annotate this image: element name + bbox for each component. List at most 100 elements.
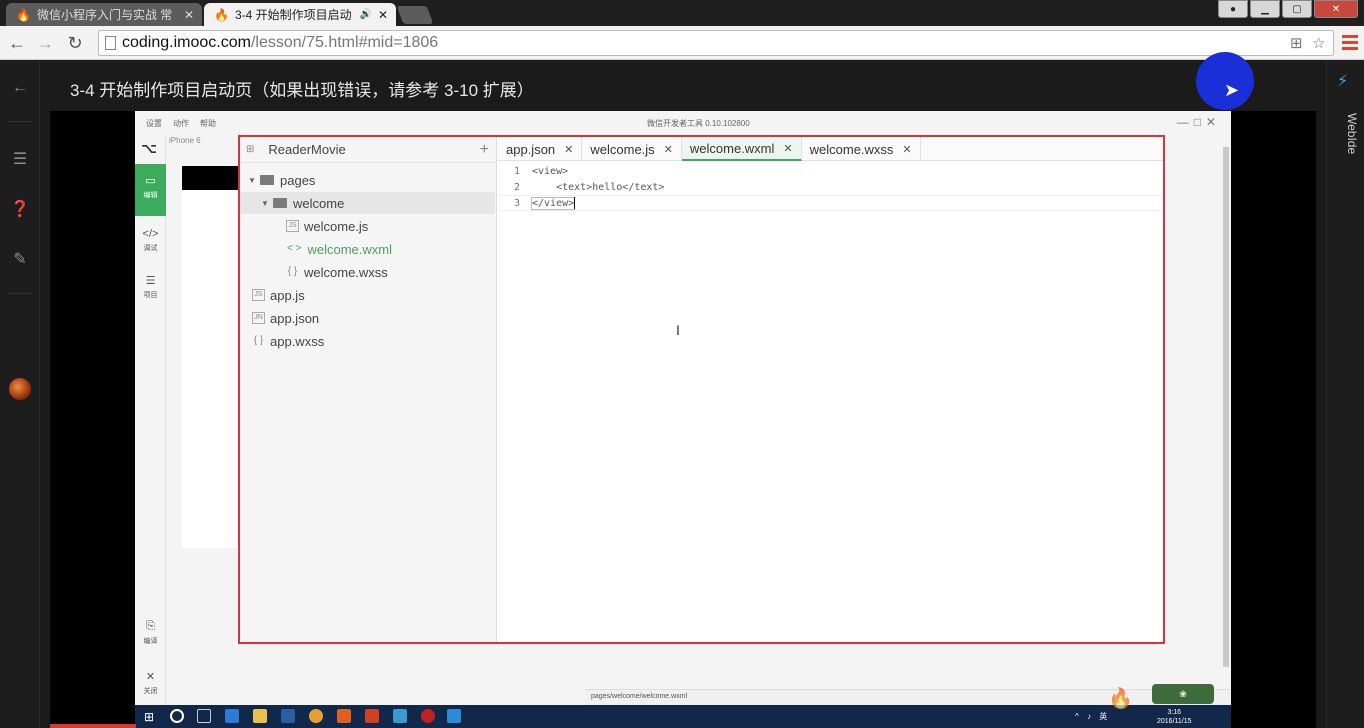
tree-file-app-wxss[interactable]: { } app.wxss [240,330,495,352]
browser-tab-lesson[interactable]: 🔥 3-4 开始制作项目启动 🔊 ✕ [204,3,396,26]
translate-icon[interactable]: ⊞ [1290,34,1303,52]
chapter-list-icon[interactable]: ☰ [0,149,40,169]
url-input[interactable]: coding.imooc.com/lesson/75.html#mid=1806 [98,30,1334,56]
tree-folder-welcome[interactable]: ▼ welcome [240,192,495,214]
webide-sidebar[interactable]: ⚡ WebIde [1326,61,1364,728]
line-number: 1 [513,165,520,177]
user-icon[interactable]: ● [1218,0,1248,18]
question-icon[interactable]: ❓ [0,199,40,219]
tab-label: app.json [506,141,556,157]
simulator-navbar [182,166,240,190]
js-file-icon: JS [286,220,299,232]
debug-mode-button[interactable]: </> 调试 [135,218,166,270]
tab-label: welcome.wxml [689,140,775,156]
edit-mode-button[interactable]: ▭ 编辑 [135,164,166,216]
photoshop-icon[interactable] [281,709,295,723]
window-controls: ● ▁ ▢ ✕ [1218,0,1358,18]
forward-arrow-icon[interactable]: → [34,32,56,54]
project-button[interactable]: ☰ 项目 [135,264,166,316]
code-editor-panel: ⊞ ReaderMovie + ▼ pages ▼ welcome JS wel… [238,135,1165,644]
text-caret [574,197,576,209]
avatar[interactable] [9,378,31,400]
imooc-flame-icon: 🔥 [16,7,31,22]
ide-window-controls[interactable]: —□✕ [1177,115,1221,129]
minimize-button[interactable]: ▁ [1250,0,1280,18]
device-selector[interactable]: iPhone 6 [169,136,201,145]
tree-file-welcome-wxss[interactable]: { } welcome.wxss [240,261,495,283]
wechat-devtools-icon[interactable] [447,709,461,723]
tab-welcome-js[interactable]: welcome.js ✕ [582,137,682,161]
caret-down-icon: ▼ [261,198,269,208]
compile-label: 编译 [143,638,158,645]
reload-icon[interactable]: ↻ [64,32,86,54]
explorer-icon[interactable] [253,709,267,723]
menu-actions[interactable]: 动作 [173,118,189,129]
code-text: <text>hello</text> [532,181,665,193]
close-icon[interactable]: ✕ [783,142,792,155]
tab-welcome-wxml[interactable]: welcome.wxml ✕ [681,137,802,161]
ide-window-title: 微信开发者工具 0.10.102800 [647,119,750,128]
tab-welcome-wxss[interactable]: welcome.wxss ✕ [802,137,921,161]
ide-scrollbar[interactable] [1223,147,1229,667]
tab-title: 3-4 开始制作项目启动 [234,8,352,22]
tree-label: app.json [270,310,320,326]
tree-file-welcome-js[interactable]: JS welcome.js [240,215,495,237]
app-icon[interactable] [393,709,407,723]
url-path: /lesson/75.html#mid=1806 [250,34,439,51]
video-progress-bar[interactable] [50,724,136,728]
recorder-icon[interactable] [421,709,435,723]
tab-label: welcome.js [590,141,655,157]
close-project-button[interactable]: ✕ 关闭 [135,660,166,705]
tree-file-welcome-wxml[interactable]: < > welcome.wxml [240,238,495,260]
new-tab-button[interactable] [396,6,434,24]
project-header: ⊞ ReaderMovie + [240,137,497,163]
windows-start-icon[interactable]: ⊞ [144,710,154,724]
close-window-button[interactable]: ✕ [1314,0,1358,18]
menu-settings[interactable]: 设置 [146,118,162,129]
back-arrow-icon[interactable]: ← [6,32,28,54]
search-icon[interactable] [170,709,184,723]
ide-status-bar: pages/welcome/welcome.wxml [585,689,1231,705]
menu-help[interactable]: 帮助 [200,118,216,129]
system-tray[interactable]: ^ ♪ 英 [1075,711,1110,722]
chrome-icon[interactable] [309,709,323,723]
back-icon[interactable]: ← [0,79,40,97]
close-icon[interactable]: ✕ [564,143,573,156]
tab-close-icon[interactable]: ✕ [184,8,194,22]
note-pencil-icon[interactable]: ✎ [0,249,40,269]
tree-label: welcome.wxml [307,241,392,257]
code-text: <view> [532,165,569,177]
webide-icon[interactable]: ⚡ [1337,71,1348,91]
browser-menu-icon[interactable] [1342,31,1358,53]
wechat-devtools-logo-icon: ⌥ [141,140,158,156]
close-icon[interactable]: ✕ [664,143,673,156]
lesson-title: 3-4 开始制作项目启动页（如果出现错误，请参考 3-10 扩展） [70,81,534,100]
tab-label: welcome.wxss [809,141,894,157]
edge-icon[interactable] [225,709,239,723]
clock-date: 2016/11/15 [1157,718,1192,725]
powerpoint-icon[interactable] [365,709,379,723]
tree-label: pages [280,172,316,188]
tree-file-app-json[interactable]: JN app.json [240,307,495,329]
webide-label[interactable]: WebIde [1331,113,1359,154]
browser-tab-course[interactable]: 🔥 微信小程序入门与实战 常 ✕ [6,3,202,26]
tab-app-json[interactable]: app.json ✕ [498,137,583,161]
ibeam-cursor-icon: I [676,322,680,338]
compile-button[interactable]: ⎘ 编译 [135,610,166,662]
tree-folder-pages[interactable]: ▼ pages [240,169,495,191]
simulator-screen[interactable] [182,166,240,548]
close-icon[interactable]: ✕ [902,143,911,156]
app-icon[interactable] [337,709,351,723]
add-file-icon[interactable]: + [480,141,489,159]
tab-title: 微信小程序入门与实战 常 [36,8,173,22]
project-label: 项目 [143,292,158,299]
code-icon: </> [142,228,159,240]
maximize-button[interactable]: ▢ [1282,0,1312,18]
task-view-icon[interactable] [197,709,211,723]
close-label: 关闭 [143,688,158,695]
tab-close-icon[interactable]: ✕ [378,8,388,22]
bookmark-star-icon[interactable]: ☆ [1312,34,1325,52]
tree-file-app-js[interactable]: JS app.js [240,284,495,306]
divider [8,121,32,122]
speaker-icon: 🔊 [359,9,372,20]
